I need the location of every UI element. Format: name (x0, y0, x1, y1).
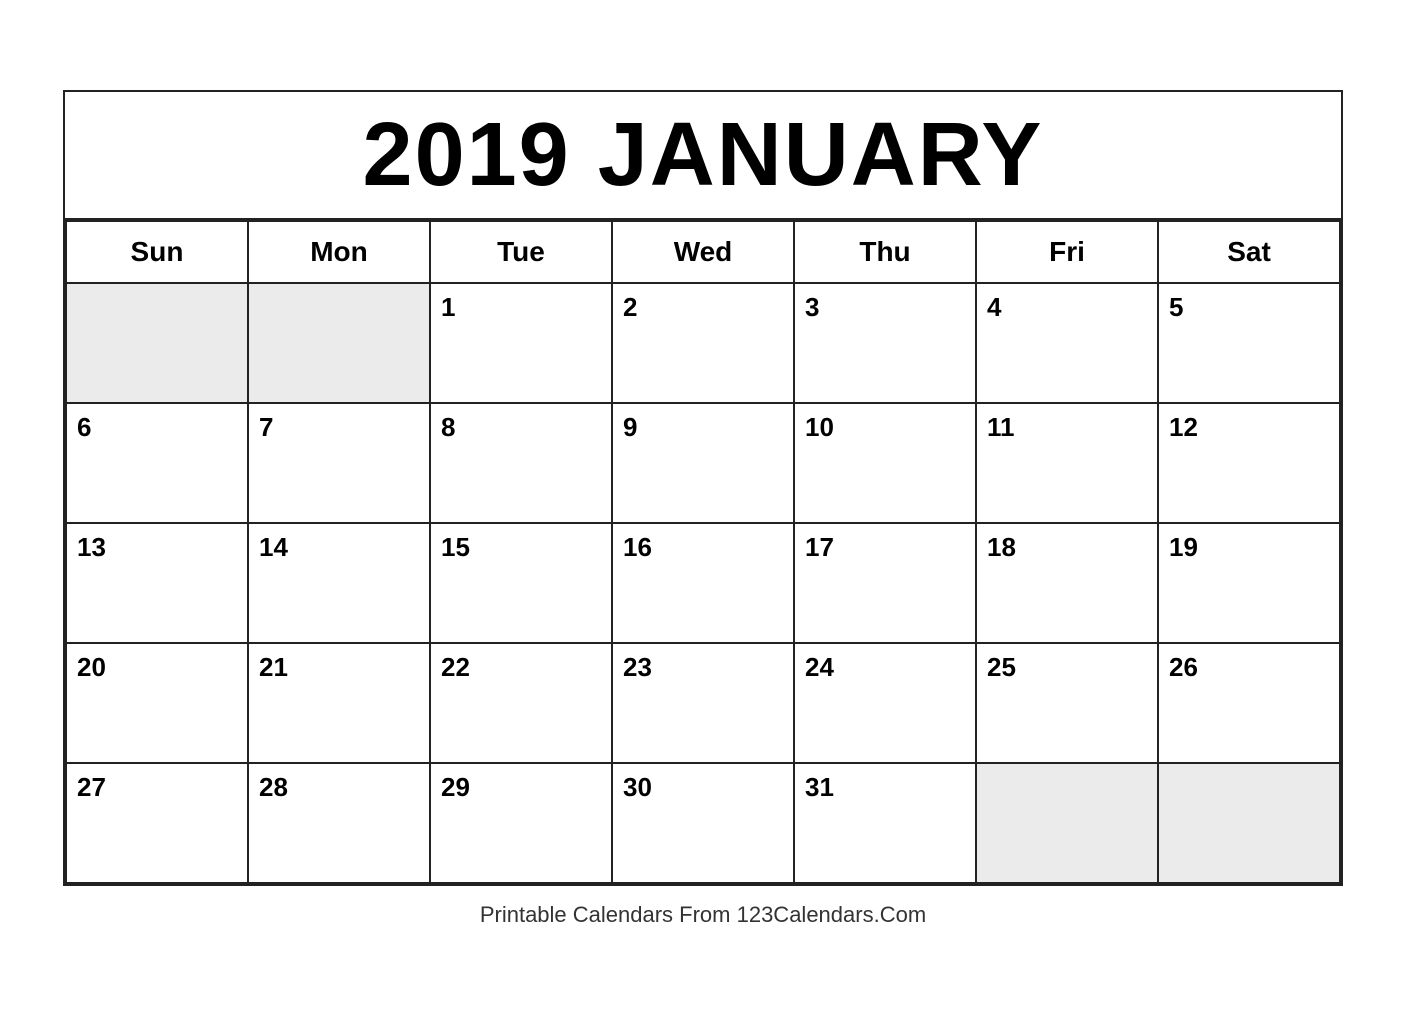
calendar-cell: 25 (976, 643, 1158, 763)
week-row-5: 2728293031 (66, 763, 1340, 883)
day-header-fri: Fri (976, 221, 1158, 283)
calendar-tbody: 1234567891011121314151617181920212223242… (66, 283, 1340, 883)
calendar-cell: 23 (612, 643, 794, 763)
calendar-cell: 22 (430, 643, 612, 763)
footer-text: Printable Calendars From 123Calendars.Co… (480, 902, 926, 927)
calendar-cell: 3 (794, 283, 976, 403)
week-row-2: 6789101112 (66, 403, 1340, 523)
calendar-footer: Printable Calendars From 123Calendars.Co… (63, 902, 1343, 928)
day-header-sun: Sun (66, 221, 248, 283)
calendar-thead: SunMonTueWedThuFriSat (66, 221, 1340, 283)
day-header-thu: Thu (794, 221, 976, 283)
calendar-cell: 17 (794, 523, 976, 643)
calendar-cell: 27 (66, 763, 248, 883)
calendar-cell: 9 (612, 403, 794, 523)
calendar-cell: 26 (1158, 643, 1340, 763)
calendar-cell: 29 (430, 763, 612, 883)
calendar-cell: 19 (1158, 523, 1340, 643)
calendar-cell: 12 (1158, 403, 1340, 523)
calendar-cell (66, 283, 248, 403)
day-header-wed: Wed (612, 221, 794, 283)
calendar-cell: 8 (430, 403, 612, 523)
calendar-cell: 24 (794, 643, 976, 763)
calendar-cell (1158, 763, 1340, 883)
calendar-cell: 10 (794, 403, 976, 523)
calendar-cell: 6 (66, 403, 248, 523)
calendar-cell: 11 (976, 403, 1158, 523)
calendar-grid: SunMonTueWedThuFriSat 123456789101112131… (65, 220, 1341, 884)
calendar-cell: 18 (976, 523, 1158, 643)
calendar-wrapper: 2019 JANUARY SunMonTueWedThuFriSat 12345… (63, 90, 1343, 928)
calendar-container: 2019 JANUARY SunMonTueWedThuFriSat 12345… (63, 90, 1343, 886)
calendar-cell: 4 (976, 283, 1158, 403)
calendar-cell (976, 763, 1158, 883)
days-header-row: SunMonTueWedThuFriSat (66, 221, 1340, 283)
calendar-cell: 7 (248, 403, 430, 523)
calendar-cell: 21 (248, 643, 430, 763)
calendar-cell: 14 (248, 523, 430, 643)
calendar-cell: 2 (612, 283, 794, 403)
calendar-title: 2019 JANUARY (75, 110, 1331, 200)
week-row-1: 12345 (66, 283, 1340, 403)
calendar-cell: 5 (1158, 283, 1340, 403)
calendar-cell (248, 283, 430, 403)
day-header-sat: Sat (1158, 221, 1340, 283)
calendar-header: 2019 JANUARY (65, 92, 1341, 220)
week-row-3: 13141516171819 (66, 523, 1340, 643)
calendar-cell: 1 (430, 283, 612, 403)
calendar-cell: 15 (430, 523, 612, 643)
day-header-tue: Tue (430, 221, 612, 283)
calendar-cell: 20 (66, 643, 248, 763)
calendar-cell: 31 (794, 763, 976, 883)
calendar-cell: 13 (66, 523, 248, 643)
calendar-cell: 28 (248, 763, 430, 883)
day-header-mon: Mon (248, 221, 430, 283)
calendar-cell: 30 (612, 763, 794, 883)
calendar-cell: 16 (612, 523, 794, 643)
week-row-4: 20212223242526 (66, 643, 1340, 763)
